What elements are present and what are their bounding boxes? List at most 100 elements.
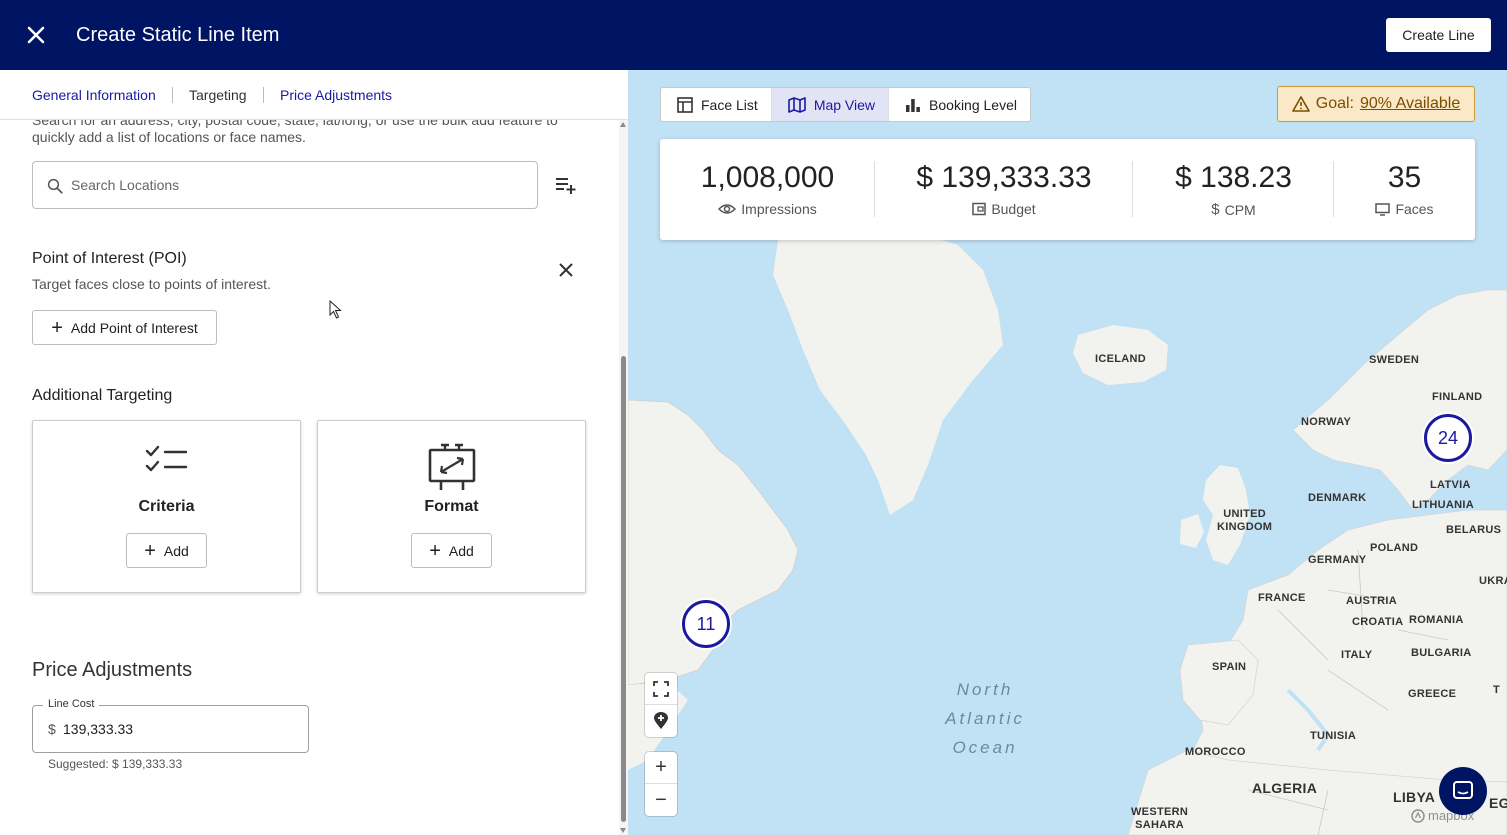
map-label-ws-line1: WESTERN <box>1131 806 1189 818</box>
stats-panel: 1,008,000 Impressions $ 139,333.33 Budge… <box>660 139 1475 240</box>
close-icon[interactable] <box>24 23 48 47</box>
bulk-add-icon[interactable] <box>554 175 578 195</box>
cpm-stat: $ 138.23 $ CPM <box>1133 139 1334 240</box>
map-label-ws-line2: SAHARA <box>1135 819 1184 831</box>
add-point-of-interest-button[interactable]: + Add Point of Interest <box>32 310 217 345</box>
add-criteria-button[interactable]: + Add <box>126 533 207 568</box>
plus-icon: + <box>655 756 667 778</box>
map-view-label: Map View <box>813 96 876 113</box>
warning-icon <box>1291 96 1310 112</box>
map-label-italy: ITALY <box>1341 649 1373 661</box>
chat-icon <box>1453 781 1473 799</box>
fullscreen-button[interactable] <box>645 673 677 705</box>
add-criteria-label: Add <box>163 542 189 559</box>
eye-icon <box>718 204 737 214</box>
bar-chart-icon <box>906 98 920 112</box>
impressions-label: Impressions <box>741 201 817 217</box>
map-label-latvia: LATVIA <box>1430 479 1471 491</box>
tab-divider <box>263 87 264 103</box>
zoom-in-button[interactable]: + <box>645 752 677 784</box>
goal-prefix: Goal: <box>1315 95 1354 112</box>
page-title: Create Static Line Item <box>76 24 280 46</box>
zoom-out-button[interactable]: − <box>645 784 677 816</box>
plus-icon: + <box>429 539 441 562</box>
impressions-stat: 1,008,000 Impressions <box>660 139 875 240</box>
location-search[interactable] <box>32 161 538 209</box>
map-cluster-marker[interactable]: 11 <box>682 600 730 648</box>
booking-level-view-button[interactable]: Booking Level <box>889 88 1030 121</box>
map-label-algeria: ALGERIA <box>1252 780 1318 796</box>
budget-stat: $ 139,333.33 Budget <box>875 139 1133 240</box>
map-label-ukraine: UKRAI <box>1479 575 1507 587</box>
tab-targeting[interactable]: Targeting <box>189 86 247 104</box>
remove-poi-close-icon[interactable] <box>556 260 576 280</box>
map-cluster-marker[interactable]: 24 <box>1424 414 1472 462</box>
poi-title: Point of Interest (POI) <box>32 250 187 267</box>
scrollbar[interactable] <box>619 120 628 835</box>
create-line-button[interactable]: Create Line <box>1386 18 1491 52</box>
map-label-greece: GREECE <box>1408 688 1457 700</box>
map-label-tunisia: TUNISIA <box>1310 730 1357 742</box>
criteria-title: Criteria <box>138 498 195 515</box>
plus-icon: + <box>51 316 63 339</box>
scroll-up-arrow-icon[interactable] <box>620 122 626 127</box>
add-format-label: Add <box>448 542 474 559</box>
cpm-value: $ 138.23 <box>1175 161 1292 194</box>
format-card: Format + Add <box>317 420 586 593</box>
checklist-icon <box>145 445 187 472</box>
map-label-sweden: SWEDEN <box>1369 354 1420 366</box>
map-label-belarus: BELARUS <box>1446 524 1502 536</box>
scroll-down-arrow-icon[interactable] <box>620 828 626 833</box>
mouse-pointer-icon <box>329 300 342 319</box>
additional-targeting-title: Additional Targeting <box>32 387 173 404</box>
faces-stat: 35 Faces <box>1334 139 1475 240</box>
map-view[interactable]: Face List Map View Booking Level Goal: 9… <box>628 70 1507 835</box>
add-location-button[interactable] <box>645 705 677 737</box>
map-label-france: FRANCE <box>1258 592 1306 604</box>
line-cost-field[interactable]: Line Cost $ 139,333.33 <box>32 698 309 753</box>
format-title: Format <box>424 498 479 515</box>
budget-label: Budget <box>991 201 1036 217</box>
budget-value: $ 139,333.33 <box>916 161 1092 194</box>
header-bar: Create Static Line Item Create Line <box>0 0 1507 70</box>
scrollbar-thumb[interactable] <box>621 356 626 822</box>
map-label-libya: LIBYA <box>1393 789 1436 805</box>
goal-availability-link[interactable]: 90% Available <box>1360 95 1460 113</box>
search-icon <box>47 178 63 194</box>
fullscreen-icon <box>653 680 669 697</box>
tab-general-information[interactable]: General Information <box>32 86 156 104</box>
mapbox-logo-icon <box>1411 808 1425 823</box>
map-label-uk-line1: UNITED <box>1223 508 1266 520</box>
tab-price-adjustments[interactable]: Price Adjustments <box>280 86 392 104</box>
faces-value: 35 <box>1387 161 1422 194</box>
map-label-austria: AUSTRIA <box>1346 595 1397 607</box>
add-poi-label: Add Point of Interest <box>70 319 198 336</box>
cpm-label: CPM <box>1224 201 1256 218</box>
map-label-poland: POLAND <box>1370 542 1419 554</box>
face-list-label: Face List <box>701 96 758 113</box>
dollar-icon: $ <box>1211 201 1220 218</box>
monitor-icon <box>1375 202 1391 216</box>
add-format-button[interactable]: + Add <box>411 533 492 568</box>
goal-badge: Goal: 90% Available <box>1277 86 1475 122</box>
search-input[interactable] <box>71 174 521 196</box>
line-cost-input[interactable]: 139,333.33 <box>63 721 133 737</box>
map-label-morocco: MOROCCO <box>1185 746 1246 758</box>
add-location-pin-icon <box>654 712 668 729</box>
line-item-form: General Information Targeting Price Adju… <box>0 70 628 835</box>
billboard-icon <box>428 443 475 490</box>
map-label-bulgaria: BULGARIA <box>1411 647 1472 659</box>
map-label-germany: GERMANY <box>1308 554 1367 566</box>
chat-support-button[interactable] <box>1439 767 1487 815</box>
section-tabs: General Information Targeting Price Adju… <box>0 70 628 120</box>
poi-subtitle: Target faces close to points of interest… <box>32 276 271 292</box>
map-label-egypt: EGYPT <box>1489 795 1507 811</box>
suggested-cost: Suggested: $ 139,333.33 <box>48 757 183 771</box>
face-list-view-button[interactable]: Face List <box>661 88 772 121</box>
view-toggle: Face List Map View Booking Level <box>660 87 1031 122</box>
ocean-line2: Atlantic <box>945 709 1025 728</box>
map-label-north-atlantic-ocean: North Atlantic Ocean <box>925 675 1045 762</box>
impressions-value: 1,008,000 <box>700 161 835 194</box>
zoom-controls: + − <box>645 752 677 816</box>
map-view-button[interactable]: Map View <box>771 88 890 121</box>
